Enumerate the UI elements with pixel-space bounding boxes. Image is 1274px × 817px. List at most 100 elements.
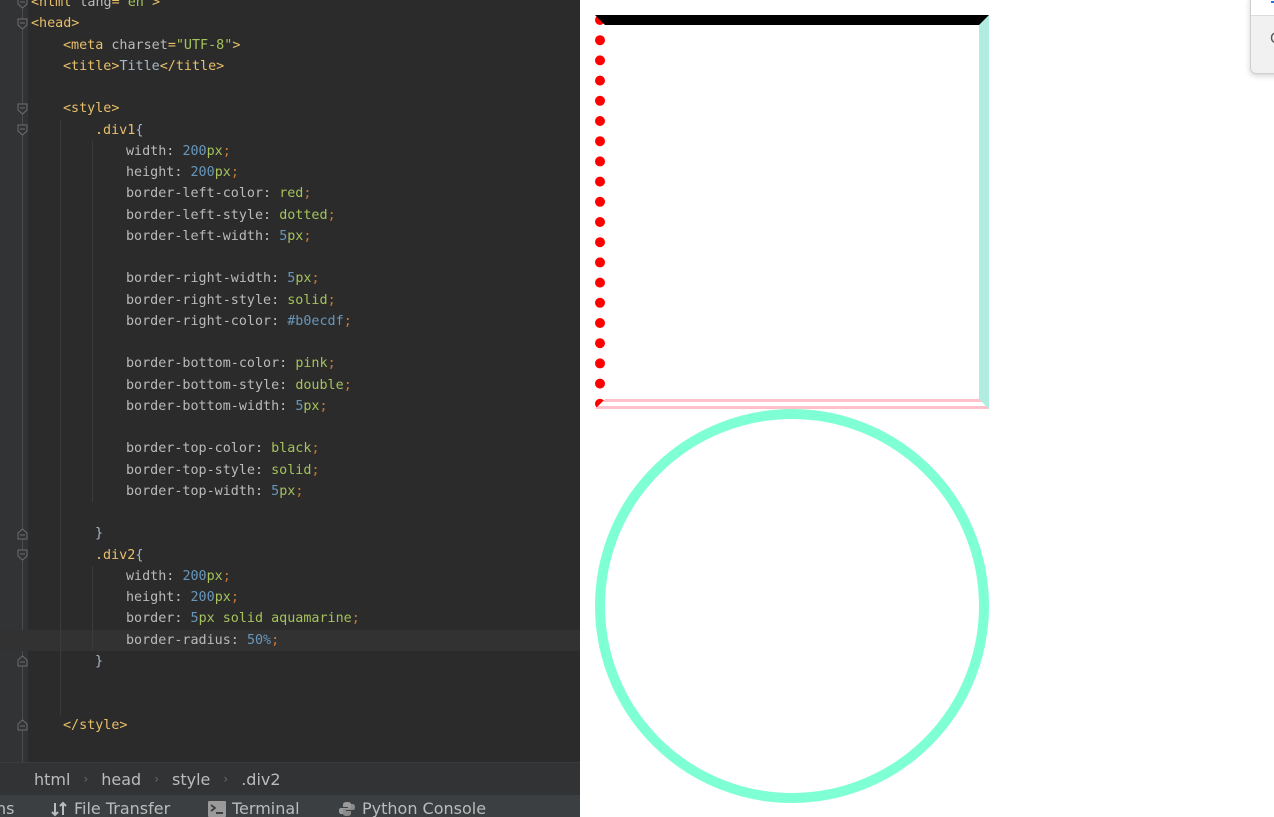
- code-token: 50%: [246, 632, 272, 648]
- code-token: <meta: [63, 37, 112, 53]
- code-line[interactable]: border-radius: 50%;: [0, 629, 580, 651]
- code-token: charset: [111, 37, 168, 53]
- code-line[interactable]: [0, 672, 580, 693]
- code-token: px: [206, 143, 223, 159]
- code-line-text: width: 200px;: [126, 141, 231, 162]
- code-token: </title>: [159, 58, 225, 74]
- tool-window-bar: ns File Transfer Terminal Python Console: [0, 795, 580, 817]
- code-line[interactable]: width: 200px;: [0, 566, 580, 587]
- code-token: border-top-width:: [126, 483, 272, 499]
- python-console-button[interactable]: Python Console: [338, 799, 486, 817]
- code-line[interactable]: border-right-style: solid;: [0, 290, 580, 311]
- tool-partial[interactable]: ns: [0, 799, 14, 817]
- code-line[interactable]: <title>Title</title>: [0, 56, 580, 77]
- code-token: ;: [351, 611, 360, 627]
- code-line-text: border-bottom-width: 5px;: [126, 396, 328, 417]
- fold-collapse-icon[interactable]: [17, 18, 28, 30]
- code-line[interactable]: [0, 417, 580, 438]
- code-line[interactable]: [0, 77, 580, 98]
- code-token: border-left-style:: [126, 207, 280, 223]
- code-token: >: [232, 37, 241, 53]
- code-token: ;: [327, 292, 336, 308]
- breadcrumb-separator-icon: ›: [154, 772, 160, 786]
- code-line[interactable]: [0, 332, 580, 353]
- code-line-text: <head>: [31, 13, 79, 34]
- code-line-text: border-bottom-color: pink;: [126, 353, 336, 374]
- code-line[interactable]: border-top-width: 5px;: [0, 481, 580, 502]
- code-line[interactable]: }: [0, 523, 580, 544]
- breadcrumb-item[interactable]: style: [172, 770, 210, 789]
- code-token: ;: [327, 207, 336, 223]
- code-token: solid: [287, 292, 328, 308]
- code-line[interactable]: <meta charset="UTF-8">: [0, 35, 580, 56]
- code-line[interactable]: border-bottom-style: double;: [0, 375, 580, 396]
- code-token: solid aquamarine: [222, 611, 352, 627]
- code-line[interactable]: [0, 247, 580, 268]
- fold-end-icon[interactable]: [17, 655, 28, 667]
- code-token: ;: [303, 228, 312, 244]
- code-token: ;: [343, 313, 352, 329]
- code-token: 5: [271, 483, 280, 499]
- code-line[interactable]: border-bottom-width: 5px;: [0, 396, 580, 417]
- code-line[interactable]: }: [0, 651, 580, 672]
- code-line[interactable]: <html lang="en">: [0, 0, 580, 13]
- code-line-text: .div1{: [95, 120, 143, 141]
- code-line[interactable]: </style>: [0, 715, 580, 736]
- file-transfer-label: File Transfer: [74, 799, 171, 817]
- file-transfer-button[interactable]: File Transfer: [50, 799, 170, 817]
- code-line[interactable]: [0, 736, 580, 757]
- code-line-text: }: [95, 651, 103, 672]
- code-line[interactable]: border-right-color: #b0ecdf;: [0, 311, 580, 332]
- fold-collapse-icon[interactable]: [17, 0, 28, 9]
- code-token: }: [95, 653, 104, 669]
- code-token: border-left-color:: [126, 186, 280, 202]
- code-line[interactable]: <style>: [0, 98, 580, 119]
- code-line[interactable]: border-top-style: solid;: [0, 460, 580, 481]
- code-line[interactable]: border-left-width: 5px;: [0, 226, 580, 247]
- code-token: 5: [190, 611, 199, 627]
- code-line[interactable]: border-top-color: black;: [0, 438, 580, 459]
- code-token: border-top-color:: [126, 441, 272, 457]
- code-token: solid: [271, 462, 312, 478]
- code-line[interactable]: [0, 502, 580, 523]
- code-token: px: [214, 590, 231, 605]
- code-line[interactable]: border-left-style: dotted;: [0, 205, 580, 226]
- code-line-text: width: 200px;: [126, 566, 231, 587]
- code-line[interactable]: width: 200px;: [0, 141, 580, 162]
- code-line[interactable]: height: 200px;: [0, 587, 580, 608]
- fold-end-icon[interactable]: [17, 528, 28, 540]
- code-token: "en": [119, 0, 152, 10]
- code-token: "UTF-8": [175, 37, 233, 53]
- code-token: ;: [311, 271, 320, 287]
- breadcrumb-item[interactable]: .div2: [241, 770, 280, 789]
- terminal-button[interactable]: Terminal: [208, 799, 300, 817]
- code-line-text: <title>Title</title>: [63, 56, 224, 77]
- browser-popup-card[interactable]: C: [1250, 0, 1274, 74]
- fold-collapse-icon[interactable]: [17, 124, 28, 136]
- code-token: px: [287, 228, 304, 244]
- code-line-text: </style>: [63, 715, 128, 736]
- code-line[interactable]: border-right-width: 5px;: [0, 268, 580, 289]
- code-line-text: <meta charset="UTF-8">: [63, 35, 240, 56]
- code-token: double: [295, 377, 344, 393]
- code-line-text: .div2{: [95, 545, 143, 566]
- code-token: border-right-color:: [126, 313, 288, 329]
- fold-collapse-icon[interactable]: [17, 103, 28, 115]
- breadcrumb-item[interactable]: html: [34, 770, 70, 789]
- code-token: Title: [119, 58, 160, 74]
- code-line[interactable]: border-bottom-color: pink;: [0, 353, 580, 374]
- code-line[interactable]: border: 5px solid aquamarine;: [0, 608, 580, 629]
- code-line[interactable]: height: 200px;: [0, 162, 580, 183]
- code-line[interactable]: .div2{: [0, 545, 580, 566]
- code-line[interactable]: [0, 693, 580, 714]
- code-token: height:: [126, 165, 191, 180]
- code-line[interactable]: .div1{: [0, 120, 580, 141]
- code-token: ;: [222, 143, 231, 159]
- fold-collapse-icon[interactable]: [17, 549, 28, 561]
- breadcrumb-item[interactable]: head: [101, 770, 141, 789]
- code-line[interactable]: border-left-color: red;: [0, 183, 580, 204]
- code-line-text: <style>: [63, 98, 119, 119]
- fold-end-icon[interactable]: [17, 719, 28, 731]
- code-line[interactable]: <head>: [0, 13, 580, 34]
- code-token: border-bottom-color:: [126, 356, 296, 372]
